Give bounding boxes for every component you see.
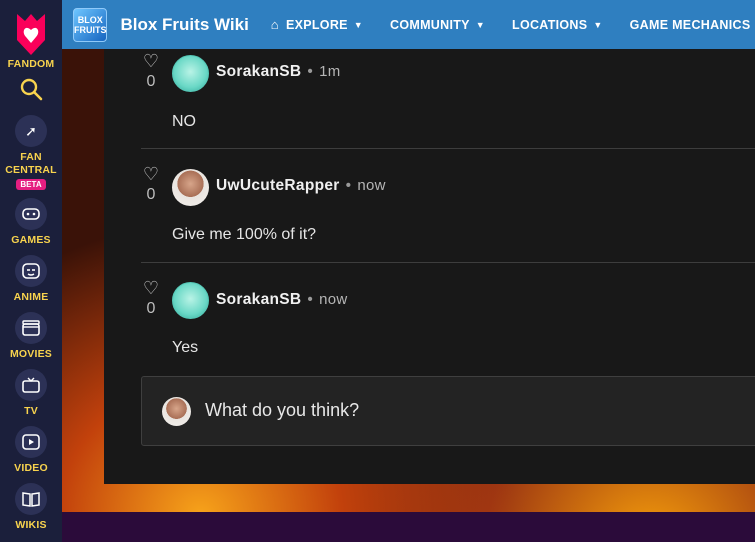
comment-time: now <box>319 291 348 308</box>
like-count: 0 <box>146 73 156 90</box>
wiki-nav: ⌂ EXPLORE ▼ COMMUNITY ▼ LOCATIONS ▼ GAME… <box>271 17 755 32</box>
like-button[interactable]: ♡ 0 <box>141 279 161 318</box>
nav-explore[interactable]: ⌂ EXPLORE ▼ <box>271 17 363 32</box>
comment-text: NO <box>172 113 196 130</box>
anime-face-icon <box>22 263 40 279</box>
avatar <box>162 397 191 426</box>
heart-icon: ♡ <box>142 164 160 184</box>
chevron-down-icon: ▼ <box>593 19 603 30</box>
comment-text: Yes <box>172 339 199 356</box>
rail-label-wikis: WIKIS <box>15 519 47 531</box>
fandom-heart-icon <box>17 14 45 55</box>
reply-placeholder: What do you think? <box>205 400 360 420</box>
comment-time: now <box>357 177 386 194</box>
tv-icon <box>22 377 40 393</box>
fandom-logo-link[interactable]: FANDOM <box>0 8 62 71</box>
rail-item-fan-central[interactable]: ➚ FAN CENTRAL BETA <box>0 115 62 190</box>
rail-label-fan: FAN <box>20 151 42 163</box>
like-count: 0 <box>146 186 156 203</box>
nav-game-mechanics[interactable]: GAME MECHANICS <box>630 18 751 32</box>
avatar[interactable] <box>172 282 209 319</box>
book-icon <box>22 492 40 507</box>
rail-item-anime[interactable]: ANIME <box>0 255 62 304</box>
avatar[interactable] <box>172 169 209 206</box>
comment-author[interactable]: UwUcuteRapper <box>216 177 340 194</box>
nav-explore-label: EXPLORE <box>285 17 348 32</box>
clapperboard-icon <box>22 320 40 336</box>
divider <box>141 262 755 263</box>
like-count: 0 <box>146 300 156 317</box>
separator-dot: • <box>307 63 314 80</box>
like-button[interactable]: ♡ 0 <box>141 52 161 91</box>
wiki-logo[interactable]: BLOX FRUITS <box>73 7 108 42</box>
explore-icon: ⌂ <box>270 17 279 32</box>
rail-label-video: VIDEO <box>14 462 48 474</box>
nav-game-mechanics-label: GAME MECHANICS <box>629 17 751 32</box>
rail-label-anime: ANIME <box>13 291 49 303</box>
gamepad-icon <box>22 208 40 220</box>
chevron-down-icon: ▼ <box>353 19 364 30</box>
fandom-logo-label: FANDOM <box>7 58 55 70</box>
divider <box>141 148 755 149</box>
rail-item-tv[interactable]: TV <box>0 369 62 418</box>
wiki-header: BLOX FRUITS Blox Fruits Wiki ⌂ EXPLORE ▼… <box>62 0 755 49</box>
fandom-global-nav: FANDOM ➚ FAN CENTRAL BETA GAMES ANIME MO… <box>0 0 62 542</box>
play-icon <box>22 434 40 450</box>
wiki-name-link[interactable]: Blox Fruits Wiki <box>120 15 248 35</box>
comment-time: 1m <box>319 63 341 80</box>
search-icon <box>20 78 43 101</box>
rail-item-wikis[interactable]: WIKIS <box>0 483 62 532</box>
rail-item-video[interactable]: VIDEO <box>0 426 62 475</box>
rail-item-movies[interactable]: MOVIES <box>0 312 62 361</box>
avatar[interactable] <box>172 55 209 92</box>
chevron-down-icon: ▼ <box>475 19 486 30</box>
rail-label-tv: TV <box>24 405 38 417</box>
rail-item-games[interactable]: GAMES <box>0 198 62 247</box>
heart-icon: ♡ <box>142 51 160 71</box>
separator-dot: • <box>307 291 314 308</box>
comment-author[interactable]: SorakanSB <box>216 63 301 80</box>
footer-band <box>62 512 755 542</box>
nav-community-label: COMMUNITY <box>390 17 470 32</box>
search-button[interactable] <box>0 77 62 101</box>
nav-community[interactable]: COMMUNITY ▼ <box>390 18 485 32</box>
comment-author[interactable]: SorakanSB <box>216 291 301 308</box>
rail-label-movies: MOVIES <box>9 348 53 360</box>
like-button[interactable]: ♡ 0 <box>141 165 161 204</box>
rail-label-games: GAMES <box>11 234 51 246</box>
beta-badge: BETA <box>16 179 46 190</box>
rocket-icon: ➚ <box>25 122 37 139</box>
reply-input[interactable]: What do you think? <box>141 376 755 446</box>
comment-text: Give me 100% of it? <box>172 226 317 243</box>
heart-icon: ♡ <box>142 278 160 298</box>
nav-locations-label: LOCATIONS <box>512 17 588 32</box>
nav-locations[interactable]: LOCATIONS ▼ <box>512 18 603 32</box>
comments-panel: ♡ 0 SorakanSB • 1m NO ♡ 0 UwUcuteRapper • no… <box>104 49 755 484</box>
rail-label-central: CENTRAL <box>5 164 57 176</box>
separator-dot: • <box>345 177 352 194</box>
